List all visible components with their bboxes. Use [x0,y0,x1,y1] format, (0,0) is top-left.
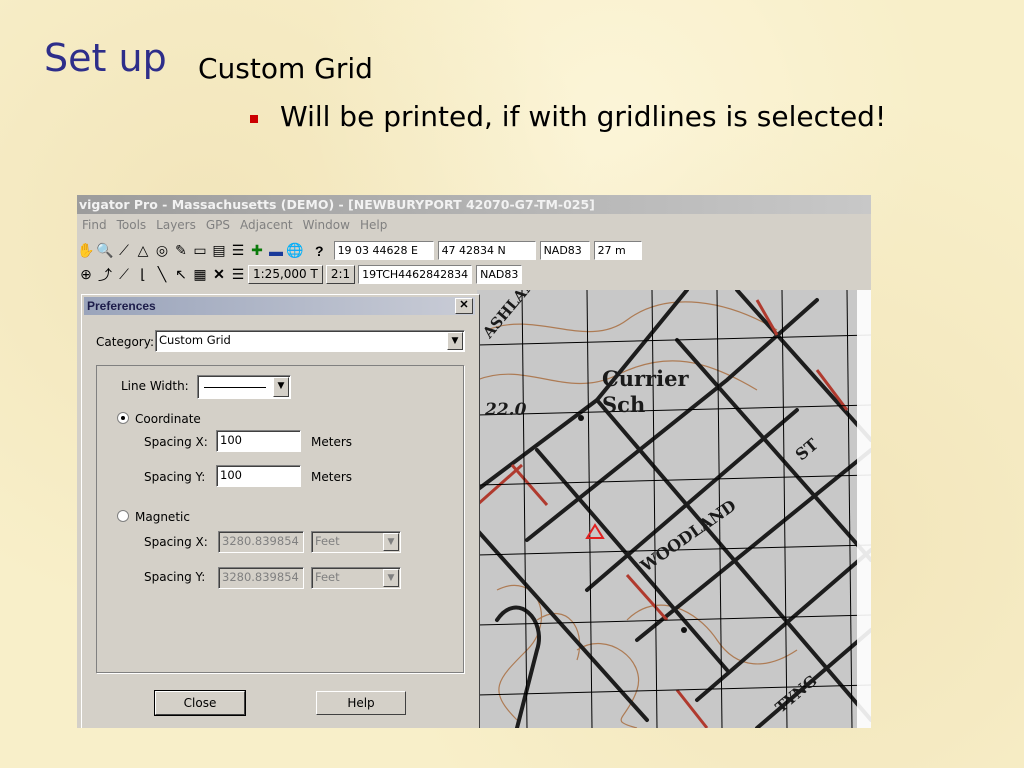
zoom-icon[interactable]: 🔍 [96,242,114,260]
map-canvas [477,290,871,728]
crosshair-icon[interactable]: ⊕ [77,266,95,284]
mag-spacing-x-label: Spacing X: [144,535,208,549]
target-icon[interactable]: ◎ [153,242,171,260]
coord-spacing-y-label: Spacing Y: [144,470,206,484]
shaded-relief-icon[interactable]: ▤ [210,242,228,260]
map-label-elevation: 22.0 [485,400,527,420]
measure-icon[interactable]: ⟋ [115,242,133,260]
mag-unit-x-value: Feet [315,534,340,548]
menu-gps[interactable]: GPS [201,216,235,236]
pencil-icon[interactable]: ✎ [172,242,190,260]
category-dropdown-icon[interactable]: ▼ [447,332,463,350]
line-icon[interactable]: ╲ [153,266,171,284]
northing-field[interactable]: 47 42834 N [437,241,536,260]
ratio-button[interactable]: 2:1 [325,265,356,284]
category-label: Category: [96,335,154,349]
line-width-label: Line Width: [121,379,189,393]
datum-field-2[interactable]: NAD83 [476,265,523,284]
bullet-marker-icon [250,114,258,123]
dialog-close-icon[interactable]: ✕ [455,298,473,314]
category-select[interactable]: Custom Grid ▼ [155,330,465,352]
mag-spacing-y-input[interactable]: 3280.839854 [218,567,304,589]
pointer-icon[interactable]: ↖ [172,266,190,284]
grid-icon[interactable]: ▦ [191,266,209,284]
menu-window[interactable]: Window [298,216,355,236]
grid-lines-icon[interactable]: ☰ [229,266,247,284]
coord-unit-y: Meters [311,470,353,484]
menu-find[interactable]: Find [77,216,112,236]
app-menu-bar: Find Tools Layers GPS Adjacent Window He… [77,216,392,236]
elevation-field[interactable]: 27 m [593,241,642,260]
slide-subtitle: Custom Grid [198,52,373,85]
app-screenshot: vigator Pro - Massachusetts (DEMO) - [NE… [77,195,871,728]
coord-spacing-x-input[interactable]: 100 [216,430,301,452]
coord-spacing-y-input[interactable]: 100 [216,465,301,487]
close-button[interactable]: Close [154,690,246,716]
dialog-title-bar: Preferences ✕ [84,297,475,315]
mag-unit-x-select[interactable]: Feet ▼ [311,531,401,553]
route-icon[interactable]: ⤴ [96,266,114,284]
slide-bullet: Will be printed, if with gridlines is se… [250,100,886,133]
menu-tools[interactable]: Tools [112,216,152,236]
profile-icon[interactable]: ▭ [191,242,209,260]
toolbar-top: ✋ 🔍 ⟋ △ ◎ ✎ ▭ ▤ ☰ ✚ ▬ 🌐 ? 19 03 44628 E … [77,239,871,262]
dialog-title: Preferences [87,299,156,313]
corner-icon[interactable]: ⌊ [134,266,152,284]
magnetic-label: Magnetic [135,510,190,524]
easting-field[interactable]: 19 03 44628 E [333,241,434,260]
pan-hand-icon[interactable]: ✋ [77,242,95,260]
category-value: Custom Grid [159,333,231,347]
app-title-bar: vigator Pro - Massachusetts (DEMO) - [NE… [77,195,871,214]
preferences-dialog: Preferences ✕ Category: Custom Grid ▼ Li… [81,294,480,728]
help-icon[interactable]: ? [315,243,324,259]
mag-unit-y-select[interactable]: Feet ▼ [311,567,401,589]
grid-ref-field[interactable]: 19TCH4462842834 [358,265,473,284]
line-width-select[interactable]: ▼ [197,375,291,399]
map-label-sch: Sch [602,392,646,417]
list-icon[interactable]: ☰ [229,242,247,260]
coordinate-radio[interactable] [117,412,129,424]
layers-icon[interactable]: ▬ [267,242,285,260]
topo-map[interactable]: ASHLAND Currier Sch 22.0 WOODLAND ST TYN… [477,290,871,728]
menu-layers[interactable]: Layers [151,216,201,236]
line-width-dropdown-icon[interactable]: ▼ [273,377,289,397]
mag-spacing-x-input[interactable]: 3280.839854 [218,531,304,553]
globe-icon[interactable]: 🌐 [286,242,304,260]
line-width-sample [204,387,266,388]
bullet-text: Will be printed, if with gridlines is se… [280,100,887,133]
mag-unit-y-dropdown-icon[interactable]: ▼ [383,569,399,587]
menu-adjacent[interactable]: Adjacent [235,216,298,236]
mag-unit-x-dropdown-icon[interactable]: ▼ [383,533,399,551]
toolbar-bottom: ⊕ ⤴ ⟋ ⌊ ╲ ↖ ▦ ✕ ☰ 1:25,000 T 2:1 19TCH44… [77,263,871,286]
delete-icon[interactable]: ✕ [210,266,228,284]
coord-unit-x: Meters [311,435,353,449]
scale-button[interactable]: 1:25,000 T [248,265,323,284]
ruler-icon[interactable]: ⟋ [115,266,133,284]
mag-spacing-y-label: Spacing Y: [144,570,206,584]
map-label-currier: Currier [602,366,689,391]
slide-title: Set up [44,36,167,80]
elevation-plus-icon[interactable]: ✚ [248,242,266,260]
magnetic-radio[interactable] [117,510,129,522]
mag-unit-y-value: Feet [315,570,340,584]
triangle-icon[interactable]: △ [134,242,152,260]
coord-spacing-x-label: Spacing X: [144,435,208,449]
coordinate-label: Coordinate [135,412,201,426]
datum-field[interactable]: NAD83 [539,241,590,260]
menu-help[interactable]: Help [355,216,392,236]
help-button[interactable]: Help [316,691,406,715]
